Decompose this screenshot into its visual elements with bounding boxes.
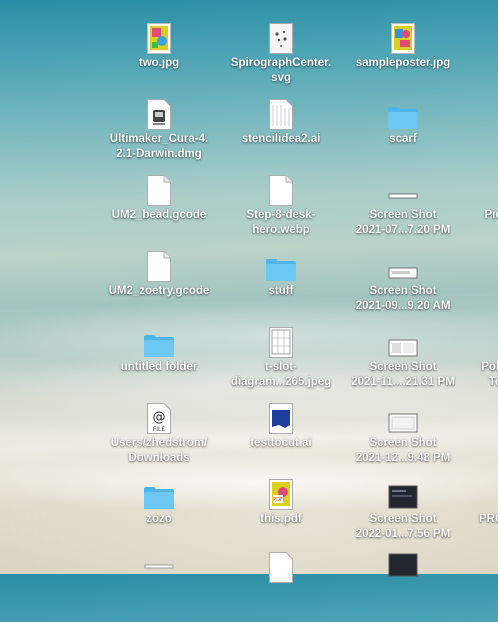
icon-label: untitled folder [120, 361, 198, 373]
desktop-icon-um2-bead[interactable]: UM2_bead.gcode [97, 172, 221, 242]
desktop-icon-spirograph-svg[interactable]: SpirographCenter. svg [219, 20, 343, 90]
desktop-icon-t-slot-jpeg[interactable]: t-slot- diagram...265.jpeg [219, 324, 343, 394]
document-icon [135, 248, 183, 282]
desktop-icon-two-jpg[interactable]: two.jpg [97, 20, 221, 90]
icon-label: testtocut.ai [250, 437, 312, 449]
desktop-icon-screenshot-2021-12[interactable]: Screen Shot 2021-12...9.48 PM [341, 400, 465, 470]
icon-label: Users/zhedstrom/ Downloads [110, 437, 208, 464]
desktop-icon-poke-partial[interactable]: Poke Te [433, 324, 498, 394]
icon-label: this.pdf [260, 513, 302, 525]
desktop-icon-um2-zoetry[interactable]: UM2_zoetry.gcode [97, 248, 221, 318]
desktop-icon-sampleposter-jpg[interactable]: sampleposter.jpg [341, 20, 465, 90]
screenshot-icon [379, 552, 427, 586]
jpg-image-icon [135, 20, 183, 54]
icon-label: Screen Shot 2021-09...9.20 AM [355, 285, 451, 312]
desktop-icon-pict-partial[interactable]: Pict [433, 172, 498, 242]
screenshot-icon [379, 476, 427, 510]
folder-icon [135, 324, 183, 358]
desktop-icon-ultimaker-dmg[interactable]: Ultimaker_Cura-4. 2.1-Darwin.dmg [97, 96, 221, 166]
screenshot-icon [379, 400, 427, 434]
svg-file-icon [257, 20, 305, 54]
desktop-icon-downloads-alias[interactable]: @ FILE Users/zhedstrom/ Downloads [97, 400, 221, 470]
icon-label: two.jpg [138, 57, 180, 69]
icon-label: zozo [146, 513, 172, 525]
pdf-file-icon: PDF [257, 476, 305, 510]
icon-label: Step-8-desk- hero.webp [246, 209, 316, 236]
desktop-icon-prot-partial[interactable]: PROT [433, 476, 498, 546]
at-file-icon: @ FILE [135, 400, 183, 434]
ai-file-icon [257, 400, 305, 434]
screenshot-icon [471, 172, 498, 206]
svg-text:FILE: FILE [153, 426, 166, 433]
document-icon [135, 172, 183, 206]
desktop-icon-screenshot-2021-09[interactable]: Screen Shot 2021-09...9.20 AM [341, 248, 465, 318]
jpg-image-icon [379, 20, 427, 54]
desktop-icon-untitled-folder[interactable]: untitled folder [97, 324, 221, 394]
document-icon [257, 552, 305, 586]
icon-label: SpirographCenter. svg [230, 57, 332, 84]
folder-icon [379, 96, 427, 130]
desktop-icon-stuff[interactable]: stuff [219, 248, 343, 318]
screenshot-icon [471, 324, 498, 358]
desktop-icon-testtocut-ai[interactable]: testtocut.ai [219, 400, 343, 470]
document-icon [257, 172, 305, 206]
desktop-icon-partial-col1[interactable] [97, 552, 221, 622]
screenshot-icon [379, 248, 427, 282]
desktop-icon-partial-col2[interactable] [219, 552, 343, 622]
folder-icon [135, 476, 183, 510]
desktop-icon-partial-col3[interactable] [341, 552, 465, 622]
folder-icon [257, 248, 305, 282]
icon-label: stuff [268, 285, 294, 297]
ai-file-icon [257, 96, 305, 130]
icon-label: sampleposter.jpg [355, 57, 451, 69]
svg-text:PDF: PDF [273, 497, 283, 503]
desktop-icon-this-pdf[interactable]: PDF this.pdf [219, 476, 343, 546]
screenshot-icon [135, 552, 183, 586]
screenshot-icon [379, 324, 427, 358]
desktop-icon-zozo[interactable]: zozo [97, 476, 221, 546]
icon-label: Pict [484, 209, 498, 221]
icon-label: Ultimaker_Cura-4. 2.1-Darwin.dmg [109, 133, 209, 160]
screenshot-icon [379, 172, 427, 206]
svg-text:@: @ [153, 410, 166, 425]
icon-label: PROT [479, 513, 498, 525]
icon-label: stencilidea2.ai [241, 133, 321, 145]
icon-label: UM2_zoetry.gcode [108, 285, 210, 297]
icon-label: t-slot- diagram...265.jpeg [230, 361, 332, 388]
desktop-icon-scarf[interactable]: scarf [341, 96, 465, 166]
desktop-icon-step-8-webp[interactable]: Step-8-desk- hero.webp [219, 172, 343, 242]
icon-label: UM2_bead.gcode [111, 209, 207, 221]
jpeg-image-icon [257, 324, 305, 358]
icon-label: scarf [389, 133, 417, 145]
desktop-icon-stencilidea2-ai[interactable]: stencilidea2.ai [219, 96, 343, 166]
icon-label: Poke Te [481, 361, 498, 388]
icon-label: Screen Shot 2021-12...9.48 PM [355, 437, 451, 464]
screenshot-icon [471, 476, 498, 510]
disk-image-icon [135, 96, 183, 130]
